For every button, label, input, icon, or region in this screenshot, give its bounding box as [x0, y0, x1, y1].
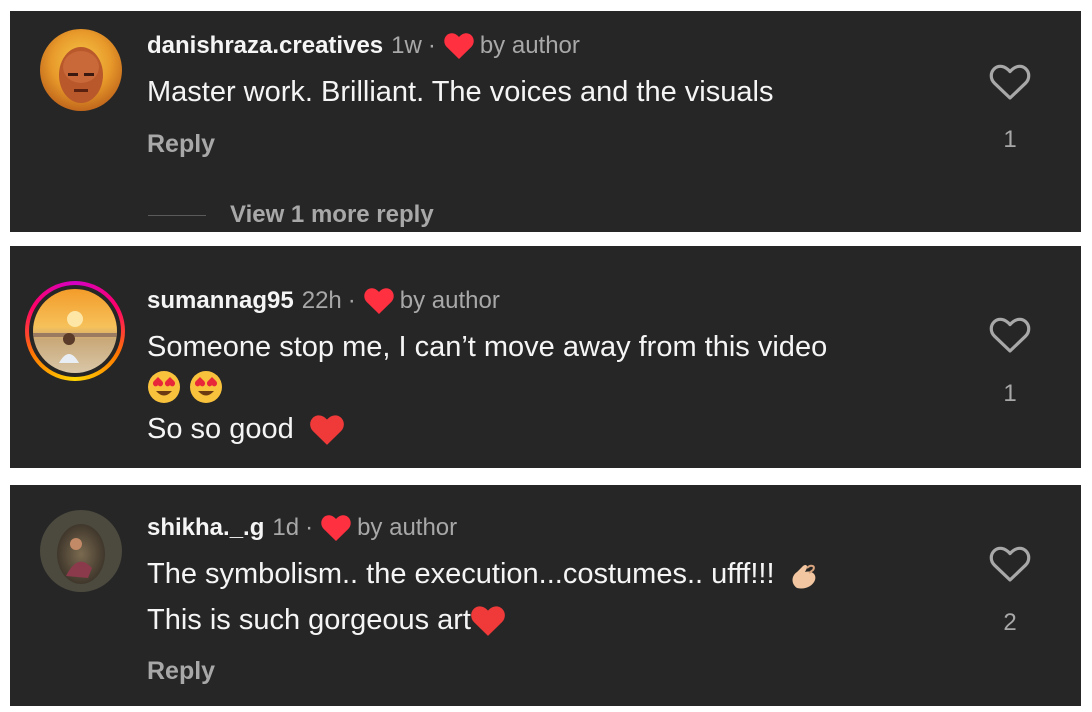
- username[interactable]: shikha._.g: [147, 513, 264, 543]
- pinching-hand-emoji: [789, 558, 821, 592]
- heart-outline-icon[interactable]: [989, 63, 1031, 101]
- emoji-line: [147, 365, 223, 407]
- heart-outline-icon[interactable]: [989, 316, 1031, 354]
- by-author-label: by author: [479, 32, 580, 59]
- red-heart-icon: [321, 515, 351, 541]
- like-count: 2: [1003, 609, 1017, 636]
- timestamp: 1w: [391, 32, 422, 59]
- avatar[interactable]: [40, 510, 122, 592]
- red-heart-icon: [444, 33, 474, 59]
- by-author-label: by author: [357, 514, 458, 541]
- reply-button[interactable]: Reply: [147, 657, 215, 686]
- comment-meta: danishraza.creatives 1w · by author: [147, 31, 580, 61]
- comment-text: Someone stop me, I can’t move away from …: [147, 331, 828, 363]
- avatar[interactable]: [40, 29, 122, 111]
- comment-text: The symbolism.. the execution...costumes…: [147, 553, 821, 595]
- comment-card: sumannag95 22h · by author Someone stop …: [10, 246, 1081, 468]
- like-count: 1: [1003, 126, 1017, 153]
- red-heart-icon: [364, 288, 394, 314]
- timestamp: 1d: [272, 514, 300, 541]
- reply-button[interactable]: Reply: [147, 130, 215, 159]
- username[interactable]: sumannag95: [147, 286, 294, 316]
- comment-card: shikha._.g 1d · by author The symbolism.…: [10, 485, 1081, 706]
- comment-text: Master work. Brilliant. The voices and t…: [147, 76, 774, 108]
- red-heart-emoji: [471, 606, 505, 637]
- separator: ·: [347, 287, 356, 314]
- comment-text: This is such gorgeous art: [147, 599, 505, 641]
- divider: [148, 214, 206, 216]
- view-replies-button[interactable]: View 1 more reply: [148, 201, 434, 229]
- comment-text: So so good: [147, 408, 344, 450]
- heart-eyes-emoji: [147, 370, 181, 404]
- timestamp: 22h: [301, 287, 342, 314]
- red-heart-emoji: [309, 415, 344, 446]
- username[interactable]: danishraza.creatives: [147, 31, 383, 61]
- separator: ·: [305, 514, 314, 541]
- avatar[interactable]: [33, 289, 117, 373]
- like-count: 1: [1003, 380, 1017, 407]
- by-author-label: by author: [399, 287, 500, 314]
- comment-card: danishraza.creatives 1w · by author Mast…: [10, 11, 1081, 232]
- comment-meta: shikha._.g 1d · by author: [147, 513, 457, 543]
- separator: ·: [427, 32, 436, 59]
- comment-meta: sumannag95 22h · by author: [147, 286, 500, 316]
- view-replies-label: View 1 more reply: [230, 201, 434, 228]
- heart-outline-icon[interactable]: [989, 545, 1031, 583]
- heart-eyes-emoji: [189, 370, 223, 404]
